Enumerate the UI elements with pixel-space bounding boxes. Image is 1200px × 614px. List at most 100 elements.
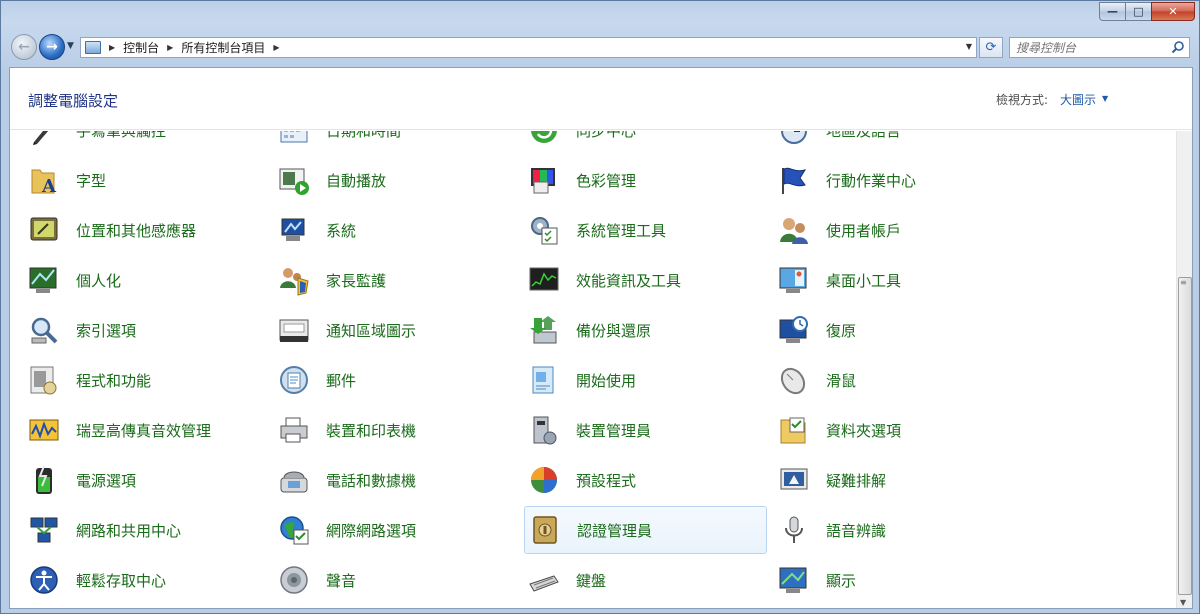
control-panel-item[interactable]: 疑難排解 <box>764 456 1008 504</box>
getting-started-icon <box>528 364 560 396</box>
control-panel-item[interactable]: 通知區域圖示 <box>264 306 508 354</box>
control-panel-item[interactable]: A 字型 <box>14 156 258 204</box>
page-title: 調整電腦設定 <box>28 92 119 110</box>
address-bar[interactable]: ▶ 控制台 ▶ 所有控制台項目 ▶ ▼ <box>80 37 977 58</box>
maximize-button[interactable]: □ <box>1125 2 1151 21</box>
chevron-down-icon[interactable]: ▼ <box>1102 94 1108 103</box>
control-panel-item-label: 輕鬆存取中心 <box>76 571 167 590</box>
control-panel-item[interactable]: 滑鼠 <box>764 356 1008 404</box>
realtek-audio-icon <box>28 414 60 446</box>
control-panel-item[interactable]: 同步中心 <box>514 131 758 154</box>
content-pane: 調整電腦設定 檢視方式: 大圖示 ▼ 手寫筆與觸控 日期和時間 同步中心 地區及語言 A… <box>9 67 1193 609</box>
control-panel-item[interactable]: 開始使用 <box>514 356 758 404</box>
internet-options-icon <box>278 514 310 546</box>
forward-button[interactable]: → <box>39 34 65 60</box>
control-panel-item-label: 行動作業中心 <box>826 171 917 190</box>
control-panel-item[interactable]: 個人化 <box>14 256 258 304</box>
title-bar[interactable]: — □ ✕ <box>1 1 1200 31</box>
control-panel-item-label: 疑難排解 <box>826 471 887 490</box>
control-panel-item-label: 通知區域圖示 <box>326 321 417 340</box>
control-panel-item-label: 網際網路選項 <box>326 521 417 540</box>
control-panel-item[interactable]: 地區及語言 <box>764 131 1008 154</box>
control-panel-item[interactable]: 自動播放 <box>264 156 508 204</box>
vertical-scrollbar[interactable]: ≡ ▼ <box>1176 131 1192 608</box>
control-panel-item[interactable]: 預設程式 <box>514 456 758 504</box>
control-panel-item[interactable]: 電源選項 <box>14 456 258 504</box>
default-programs-icon <box>528 464 560 496</box>
view-by-dropdown[interactable]: 大圖示 <box>1060 91 1096 108</box>
control-panel-item[interactable]: 輕鬆存取中心 <box>14 556 258 604</box>
troubleshooting-icon <box>778 464 810 496</box>
control-panel-item-label: 網路和共用中心 <box>76 521 182 540</box>
control-panel-item-label: 預設程式 <box>576 471 637 490</box>
control-panel-item-label: 鍵盤 <box>576 571 607 590</box>
pen-icon <box>28 131 60 146</box>
control-panel-item[interactable]: 效能資訊及工具 <box>514 256 758 304</box>
search-input[interactable] <box>1016 40 1166 55</box>
control-panel-item[interactable]: 網際網路選項 <box>264 506 508 554</box>
control-panel-item[interactable]: 裝置管理員 <box>514 406 758 454</box>
control-panel-item-label: 認證管理員 <box>577 521 653 540</box>
control-panel-item-label: 家長監護 <box>326 271 387 290</box>
control-panel-item[interactable]: 網路和共用中心 <box>14 506 258 554</box>
breadcrumb-control-panel[interactable]: 控制台 <box>123 39 159 56</box>
control-panel-item-label: 復原 <box>826 321 857 340</box>
font-folder-icon: A <box>28 164 60 197</box>
control-panel-item[interactable]: 使用者帳戶 <box>764 206 1008 254</box>
control-panel-item[interactable]: 裝置和印表機 <box>264 406 508 454</box>
control-panel-item[interactable]: 索引選項 <box>14 306 258 354</box>
control-panel-item-label: 裝置管理員 <box>576 421 652 440</box>
control-panel-item-label: 資料夾選項 <box>826 421 902 440</box>
control-panel-item[interactable]: 電話和數據機 <box>264 456 508 504</box>
control-panel-item-label: 瑞昱高傳真音效管理 <box>76 421 212 440</box>
notification-area-icon <box>278 314 310 346</box>
control-panel-item[interactable]: 備份與還原 <box>514 306 758 354</box>
breadcrumb-chevron-icon[interactable]: ▶ <box>167 43 173 52</box>
items-grid: 手寫筆與觸控 日期和時間 同步中心 地區及語言 A 字型 自動播放 色彩管理 行動作業中心位置和… <box>10 131 1178 608</box>
search-icon[interactable] <box>1171 40 1185 54</box>
breadcrumb-chevron-icon[interactable]: ▶ <box>109 43 115 52</box>
control-panel-item[interactable]: 顯示 <box>764 556 1008 604</box>
address-history-dropdown-icon[interactable]: ▼ <box>966 42 972 51</box>
control-panel-item[interactable]: 資料夾選項 <box>764 406 1008 454</box>
control-panel-item[interactable]: 復原 <box>764 306 1008 354</box>
caption-buttons: — □ ✕ <box>1099 2 1195 21</box>
indexing-icon <box>28 314 60 346</box>
control-panel-icon <box>85 41 101 54</box>
control-panel-item[interactable]: 郵件 <box>264 356 508 404</box>
close-button[interactable]: ✕ <box>1151 2 1195 21</box>
scrollbar-grip-icon: ≡ <box>1180 278 1187 287</box>
control-panel-item-label: 效能資訊及工具 <box>576 271 682 290</box>
control-panel-item[interactable]: 瑞昱高傳真音效管理 <box>14 406 258 454</box>
breadcrumb-all-items[interactable]: 所有控制台項目 <box>181 39 265 56</box>
control-panel-item-label: 自動播放 <box>326 171 387 190</box>
control-panel-item[interactable]: 系統管理工具 <box>514 206 758 254</box>
content-header: 調整電腦設定 檢視方式: 大圖示 ▼ <box>10 68 1192 130</box>
control-panel-item[interactable]: 手寫筆與觸控 <box>14 131 258 154</box>
control-panel-item[interactable]: 系統 <box>264 206 508 254</box>
svg-text:A: A <box>41 176 57 196</box>
control-panel-item[interactable]: 色彩管理 <box>514 156 758 204</box>
control-panel-item[interactable]: 鍵盤 <box>514 556 758 604</box>
control-panel-item[interactable]: 聲音 <box>264 556 508 604</box>
minimize-button[interactable]: — <box>1099 2 1125 21</box>
scrollbar-thumb[interactable] <box>1178 277 1192 595</box>
window-frame: — □ ✕ ← → ▼ ▶ 控制台 ▶ 所有控制台項目 ▶ ▼ ⟳ 搜尋控制台 … <box>0 0 1200 614</box>
control-panel-item[interactable]: 程式和功能 <box>14 356 258 404</box>
keyboard-icon <box>528 564 560 596</box>
control-panel-item[interactable]: 家長監護 <box>264 256 508 304</box>
control-panel-item-label: 郵件 <box>326 371 357 390</box>
recent-pages-dropdown[interactable]: ▼ <box>67 41 74 51</box>
control-panel-item-label: 電源選項 <box>76 471 137 490</box>
control-panel-item[interactable]: 桌面小工具 <box>764 256 1008 304</box>
control-panel-item[interactable]: 認證管理員 <box>524 506 767 554</box>
control-panel-item[interactable]: 日期和時間 <box>264 131 508 154</box>
breadcrumb-chevron-icon[interactable]: ▶ <box>273 43 279 52</box>
calendar-icon <box>278 131 310 146</box>
control-panel-item[interactable]: 語音辨識 <box>764 506 1008 554</box>
back-button[interactable]: ← <box>11 34 37 60</box>
control-panel-item[interactable]: 行動作業中心 <box>764 156 1008 204</box>
scroll-down-arrow-icon[interactable]: ▼ <box>1180 598 1186 607</box>
control-panel-item[interactable]: 位置和其他感應器 <box>14 206 258 254</box>
refresh-button[interactable]: ⟳ <box>979 37 1003 58</box>
